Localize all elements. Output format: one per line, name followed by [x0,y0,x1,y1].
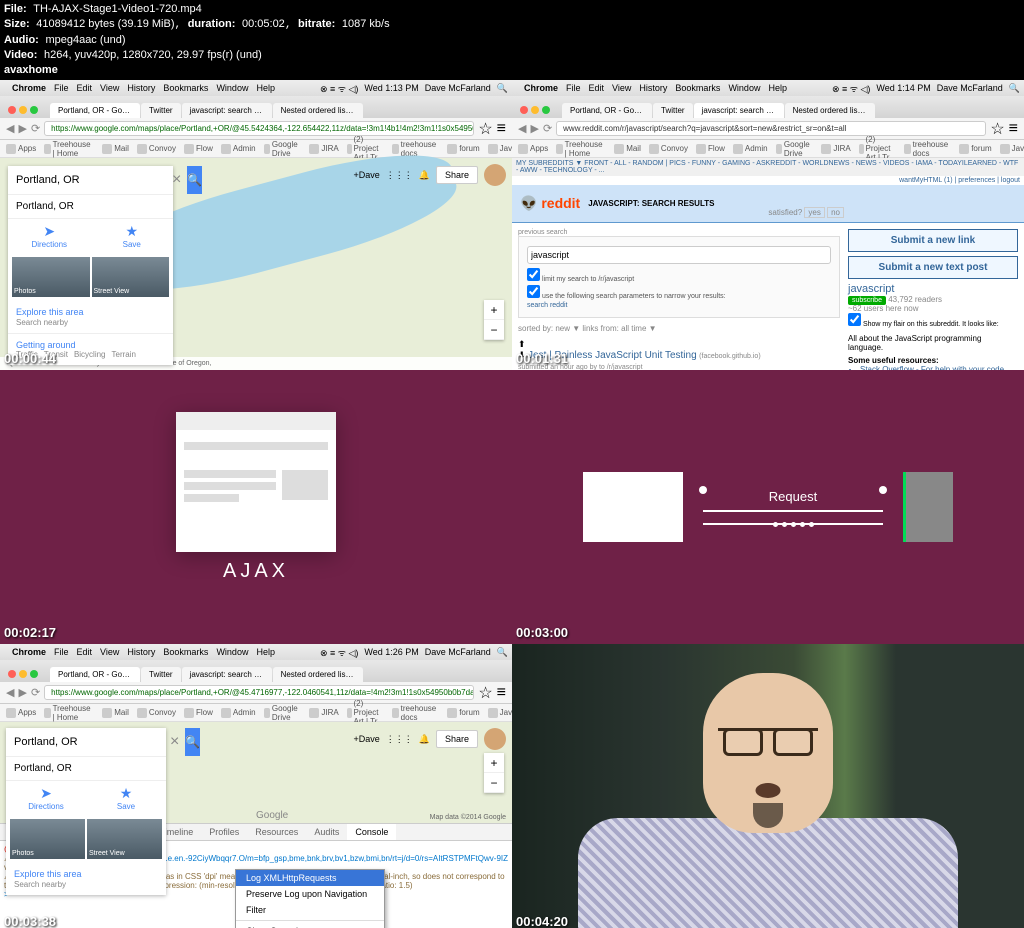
bookmark-item[interactable]: Treehouse | Home [556,140,606,158]
devtools-tab[interactable]: Console [347,824,396,840]
bookmark-item[interactable]: Convoy [649,144,688,154]
bookmark-item[interactable]: JIRA [309,144,338,154]
zoom-in-button[interactable]: + [484,300,504,320]
devtools-tab[interactable]: Profiles [201,824,247,840]
panel-maps-1: Chrome File Edit View History Bookmarks … [0,80,512,370]
tab-search[interactable]: javascript: search results [182,103,272,118]
photos-thumb[interactable]: Photos [12,257,90,297]
wifi-icon[interactable]: ⊗ ≡ ᯤ ◁) [320,82,358,95]
file-size: 41089412 bytes (39.19 MiB) [36,18,174,30]
bookmark-item[interactable]: forum [447,144,479,154]
bookmark-item[interactable]: Admin [221,708,256,718]
url-input[interactable]: https://www.google.com/maps/place/Portla… [44,685,474,700]
close-icon[interactable] [8,106,16,114]
bookmark-item[interactable]: Convoy [137,708,176,718]
panel-devtools: Chrome FileEditViewHistoryBookmarksWindo… [0,644,512,928]
reddit-search-input[interactable] [527,246,831,264]
video-codec: h264, yuv420p, 1280x720, 29.97 fps(r) (u… [44,49,262,61]
reload-button[interactable]: ⟳ [31,122,40,135]
tab-nested[interactable]: Nested ordered list inside [273,103,363,118]
search-icon[interactable]: 🔍 [497,83,508,94]
submit-text-button[interactable]: Submit a new text post [848,256,1018,279]
bookmark-item[interactable]: JavaScript [488,144,512,154]
bookmark-item[interactable]: Flow [184,144,213,154]
bookmark-item[interactable]: JavaScript [1000,144,1024,154]
bookmark-item[interactable]: Flow [184,708,213,718]
bookmark-item[interactable]: Treehouse | Home [44,140,94,158]
notifications-icon[interactable]: 🔔 [419,170,430,181]
bookmark-item[interactable]: forum [959,144,991,154]
search-input[interactable] [8,168,166,192]
explore-area[interactable]: Explore this area Search nearby [8,301,173,333]
panel-ajax: AJAX 00:02:17 [0,370,512,644]
subreddit-bar[interactable]: MY SUBREDDITS ▼ FRONT - ALL - RANDOM | P… [512,158,1024,176]
audio-codec: mpeg4aac (und) [45,34,125,46]
avatar[interactable] [484,164,506,186]
apps-icon[interactable]: ⋮⋮⋮ [386,170,413,181]
devtools-tab[interactable]: Audits [306,824,347,840]
submit-link-button[interactable]: Submit a new link [848,229,1018,252]
share-button[interactable]: Share [436,166,478,184]
bookmark-item[interactable]: Mail [614,144,641,154]
clear-icon[interactable]: × [166,171,187,189]
directions-button[interactable]: ➤Directions [8,219,91,253]
bookmark-item[interactable]: Apps [6,144,36,154]
bookmark-item[interactable]: Google Drive [264,704,302,722]
bookmark-item[interactable]: Apps [518,144,548,154]
ajax-browser-mockup [176,412,336,552]
maps-search-panel: × 🔍 Portland, OR ➤Directions ★Save Photo… [8,166,173,365]
server-box [903,472,953,542]
tab-twitter[interactable]: Twitter [141,103,181,118]
save-button[interactable]: ★Save [91,219,174,253]
reddit-logo[interactable]: 👽 reddit [520,195,580,212]
devtools-tab[interactable]: Resources [247,824,306,840]
bookmark-item[interactable]: JavaScript [488,708,512,718]
bookmark-item[interactable]: Google Drive [776,140,814,158]
bookmark-item[interactable]: Treehouse | Home [44,704,94,722]
maximize-icon[interactable] [30,106,38,114]
panel-reddit: Chrome File Edit View History Bookmarks … [512,80,1024,370]
bookmark-item[interactable]: Mail [102,708,129,718]
url-input[interactable]: https://www.google.com/maps/place/Portla… [44,121,474,136]
source: avaxhome [4,64,58,76]
forward-button[interactable]: ▶ [18,122,26,135]
bookmark-item[interactable]: JIRA [309,708,338,718]
menu-icon[interactable]: ≡ [497,120,506,138]
minimize-icon[interactable] [19,106,27,114]
bookmark-item[interactable]: Mail [102,144,129,154]
url-input[interactable]: www.reddit.com/r/javascript/search?q=jav… [556,121,986,136]
presenter-person [578,673,958,928]
client-box [583,472,683,542]
streetview-thumb[interactable]: Street View [92,257,170,297]
bookmark-item[interactable]: Flow [696,144,725,154]
panel-presenter: 00:04:20 [512,644,1024,928]
bookmark-item[interactable]: Google Drive [264,140,302,158]
bookmark-item[interactable]: Admin [733,144,768,154]
back-button[interactable]: ◀ [6,122,14,135]
file-name: TH-AJAX-Stage1-Video1-720.mp4 [33,3,202,15]
ajax-label: AJAX [176,560,336,583]
favorite-icon[interactable]: ☆ [478,119,492,139]
panel-request: Request 00:03:00 [512,370,1024,644]
location-name: Portland, OR [8,194,173,218]
mac-menubar: Chrome File Edit View History Bookmarks … [0,80,512,96]
bookmark-item[interactable]: forum [447,708,479,718]
console-context-menu: Log XMLHttpRequests Preserve Log upon Na… [235,869,385,928]
zoom-out-button[interactable]: − [484,320,504,340]
search-button[interactable]: 🔍 [187,166,202,194]
bookmark-item[interactable]: JIRA [821,144,850,154]
bookmark-item[interactable]: treehouse docs [904,140,952,158]
log-xhr-item[interactable]: Log XMLHttpRequests [236,870,384,886]
bookmark-item[interactable]: treehouse docs [392,704,440,722]
bookmark-item[interactable]: Apps [6,708,36,718]
bookmark-item[interactable]: Admin [221,144,256,154]
tab-maps[interactable]: Portland, OR - Google M... [50,103,140,118]
bookmark-item[interactable]: Convoy [137,144,176,154]
